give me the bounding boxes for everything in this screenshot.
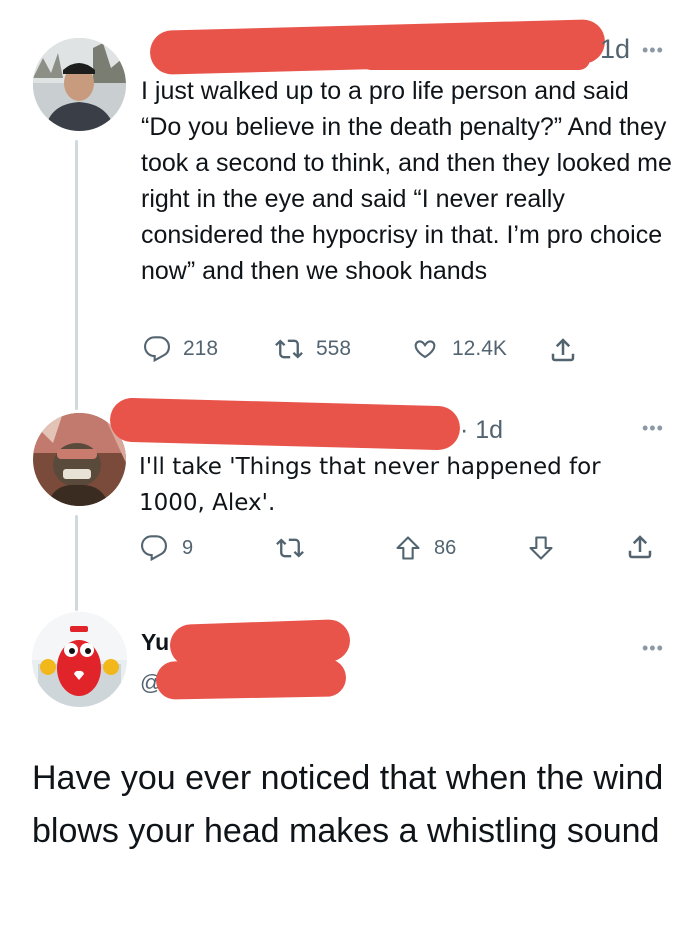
- more-options-icon[interactable]: •••: [642, 40, 664, 61]
- author-name-prefix[interactable]: Yu: [141, 629, 169, 656]
- tweet-text: Have you ever noticed that when the wind…: [32, 759, 664, 850]
- like-count: 12.4K: [452, 337, 507, 360]
- tweet-timestamp[interactable]: 1d: [600, 34, 630, 65]
- avatar-photo-icon: [33, 38, 126, 131]
- reply-button[interactable]: 218: [143, 335, 218, 363]
- thread-line: [75, 140, 78, 410]
- thread-line: [75, 515, 78, 611]
- like-icon: [414, 340, 436, 359]
- reply-count: 218: [183, 337, 219, 360]
- tweet-timestamp[interactable]: · 1d: [460, 416, 503, 445]
- more-options-icon[interactable]: •••: [642, 638, 664, 659]
- retweet-icon: [275, 339, 303, 359]
- upvote-button[interactable]: 86: [394, 534, 456, 562]
- downvote-icon: [529, 536, 553, 560]
- redacted-handle: [155, 658, 347, 700]
- downvote-button[interactable]: [527, 534, 555, 562]
- more-options-icon[interactable]: •••: [642, 418, 664, 439]
- like-button[interactable]: 12.4K: [410, 335, 507, 363]
- upvote-icon: [396, 536, 420, 560]
- avatar[interactable]: [32, 612, 127, 707]
- share-icon: [551, 338, 575, 362]
- tweet-text: I'll take 'Things that never happened fo…: [139, 454, 601, 516]
- reply-icon: [143, 336, 171, 363]
- reply-icon: [140, 535, 168, 562]
- retweet-icon: [276, 538, 304, 558]
- retweet-button[interactable]: 558: [274, 335, 351, 363]
- tweet-text: I just walked up to a pro life person an…: [141, 77, 672, 285]
- share-button[interactable]: [548, 335, 578, 365]
- reply-button[interactable]: 9: [140, 534, 193, 562]
- avatar-photo-icon: [32, 612, 127, 707]
- retweet-button[interactable]: [275, 534, 305, 562]
- reply-count: 9: [182, 536, 194, 559]
- upvote-count: 86: [434, 536, 457, 559]
- share-icon: [628, 535, 652, 559]
- redacted-name: [109, 397, 461, 451]
- redacted-handle: [360, 48, 590, 70]
- avatar[interactable]: [33, 38, 126, 131]
- share-button[interactable]: [625, 532, 655, 562]
- retweet-count: 558: [316, 337, 352, 360]
